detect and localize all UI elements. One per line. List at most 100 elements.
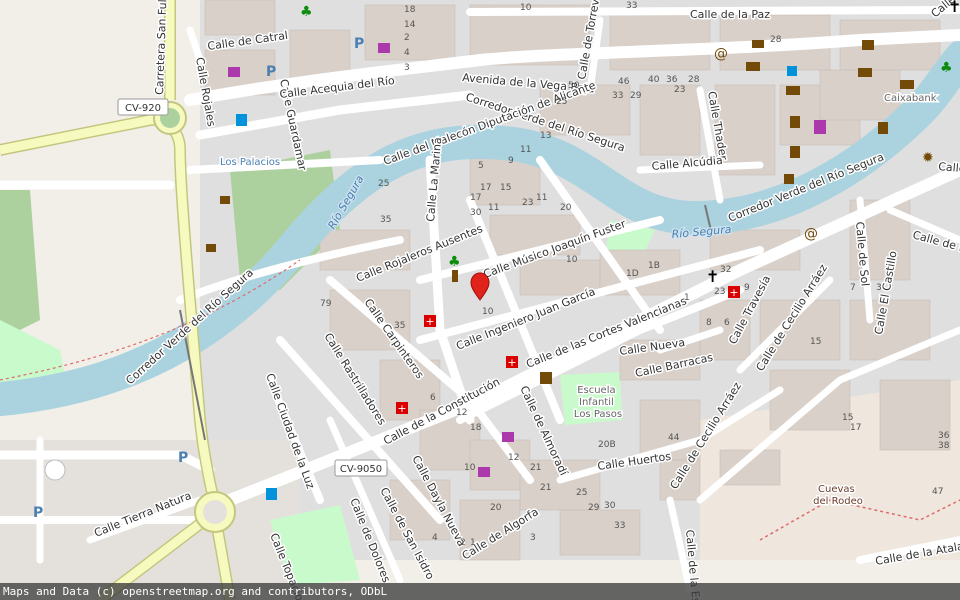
house-number: 29 xyxy=(588,503,600,513)
shop-icon[interactable] xyxy=(478,467,490,477)
house-number: 5 xyxy=(478,161,484,171)
shop-icon[interactable] xyxy=(378,43,390,53)
house-number: 20 xyxy=(560,203,572,213)
pharmacy-icon[interactable]: + xyxy=(728,286,740,299)
fuel-icon[interactable] xyxy=(236,114,247,126)
escuela-line-1: Escuela xyxy=(577,385,615,396)
street-label: Calle xyxy=(938,160,960,175)
cuevas-line-2: del Rodeo xyxy=(813,496,863,507)
place-label-cuevas: Cuevas del Rodeo xyxy=(813,484,863,507)
museum-icon[interactable] xyxy=(790,146,800,158)
place-label-caixabank: Caixabank xyxy=(884,93,937,104)
pharmacy-icon[interactable]: + xyxy=(506,356,518,369)
fuel-icon[interactable] xyxy=(266,488,277,500)
internet-icon[interactable]: @ xyxy=(714,46,728,62)
house-number: 23 xyxy=(522,198,533,208)
shop-icon[interactable] xyxy=(502,432,514,442)
atm-icon[interactable] xyxy=(752,40,764,48)
house-number: 4 xyxy=(432,533,438,543)
monument-icon[interactable] xyxy=(452,270,458,282)
pharmacy-icon[interactable]: + xyxy=(424,315,436,328)
svg-text:P: P xyxy=(266,64,276,80)
bus-icon[interactable] xyxy=(787,66,797,76)
playground-icon[interactable]: ♣ xyxy=(940,60,953,76)
house-number: 32 xyxy=(720,265,731,275)
pharmacy-icon[interactable]: + xyxy=(396,402,408,415)
parking-icon[interactable]: P xyxy=(354,36,364,52)
church-icon[interactable]: ✝ xyxy=(706,267,719,286)
shop-icon[interactable] xyxy=(814,120,826,134)
house-number: 1B xyxy=(648,261,660,271)
svg-text:✝: ✝ xyxy=(948,0,960,16)
theatre-icon[interactable] xyxy=(790,116,800,128)
police-icon[interactable] xyxy=(540,372,552,384)
house-number: 23 xyxy=(714,287,725,297)
bank-icon[interactable] xyxy=(900,80,914,89)
house-number: 2 xyxy=(460,538,466,548)
house-number: 28 xyxy=(770,35,782,45)
parking-icon[interactable]: P xyxy=(266,64,276,80)
viewpoint-icon[interactable]: ✹ xyxy=(922,150,934,166)
house-number: 9 xyxy=(508,156,514,166)
house-number: 13 xyxy=(540,131,551,141)
house-number: 17 xyxy=(470,193,481,203)
house-number: 33 xyxy=(626,1,637,11)
svg-text:+: + xyxy=(507,356,516,369)
escuela-line-2: Infantil xyxy=(579,397,614,408)
internet-icon[interactable]: @ xyxy=(804,226,818,242)
museum-icon[interactable] xyxy=(784,174,794,184)
house-number: 4 xyxy=(404,48,410,58)
house-number: 20B xyxy=(598,440,616,450)
parking-icon[interactable]: P xyxy=(178,450,188,466)
shield-cv920-label: CV-920 xyxy=(125,103,161,114)
house-number: 8 xyxy=(706,318,712,328)
house-number: 18 xyxy=(404,5,416,15)
escuela-line-3: Los Pasos xyxy=(574,409,622,420)
house-number: 17 xyxy=(850,423,861,433)
museum-icon[interactable] xyxy=(862,40,874,50)
church-icon[interactable]: ✝ xyxy=(948,0,960,16)
taxi-icon[interactable] xyxy=(220,196,230,204)
house-number: 79 xyxy=(320,299,332,309)
house-number: 14 xyxy=(404,20,416,30)
museum-icon[interactable] xyxy=(878,122,888,134)
house-number: 25 xyxy=(576,488,587,498)
house-number: 7 xyxy=(850,283,856,293)
house-number: 35 xyxy=(394,321,405,331)
parking-icon[interactable]: P xyxy=(33,505,43,521)
house-number: 12 xyxy=(508,453,519,463)
house-number: 50 xyxy=(568,81,580,91)
shop-icon[interactable] xyxy=(228,67,240,77)
playground-icon[interactable]: ♣ xyxy=(300,4,313,20)
playground-icon[interactable]: ♣ xyxy=(448,254,461,270)
svg-text:✹: ✹ xyxy=(922,150,934,166)
house-number: 46 xyxy=(618,77,630,87)
house-number: 28 xyxy=(688,75,700,85)
house-number: 36 xyxy=(666,75,678,85)
shield-cv9050: CV-9050 xyxy=(334,459,388,477)
house-number: 3 xyxy=(404,63,410,73)
house-number: 44 xyxy=(668,433,680,443)
house-number: 40 xyxy=(648,75,660,85)
svg-text:@: @ xyxy=(804,226,818,242)
house-number: 17 xyxy=(480,183,491,193)
map-svg[interactable]: CV-920 CV-9050 Calle de la Paz Calle de … xyxy=(0,0,960,600)
house-number: 11 xyxy=(536,193,547,203)
house-number: 33 xyxy=(612,91,623,101)
bank-icon[interactable] xyxy=(786,86,800,95)
bank-icon[interactable] xyxy=(746,62,760,71)
house-number: 20 xyxy=(490,503,502,513)
house-number: 10 xyxy=(464,463,476,473)
place-label-los-palacios: Los Palacios xyxy=(220,157,280,168)
house-number: 38 xyxy=(938,441,950,451)
map-canvas[interactable]: CV-920 CV-9050 Calle de la Paz Calle de … xyxy=(0,0,960,600)
taxi-icon[interactable] xyxy=(206,244,216,252)
house-number: 18 xyxy=(470,423,482,433)
house-number: 30 xyxy=(470,208,482,218)
house-number: 10 xyxy=(520,3,532,13)
street-label: Calle de la Paz xyxy=(690,8,770,21)
bank-icon[interactable] xyxy=(858,68,872,77)
svg-text:P: P xyxy=(33,505,43,521)
house-number: 47 xyxy=(932,487,943,497)
house-number: 6 xyxy=(430,393,436,403)
